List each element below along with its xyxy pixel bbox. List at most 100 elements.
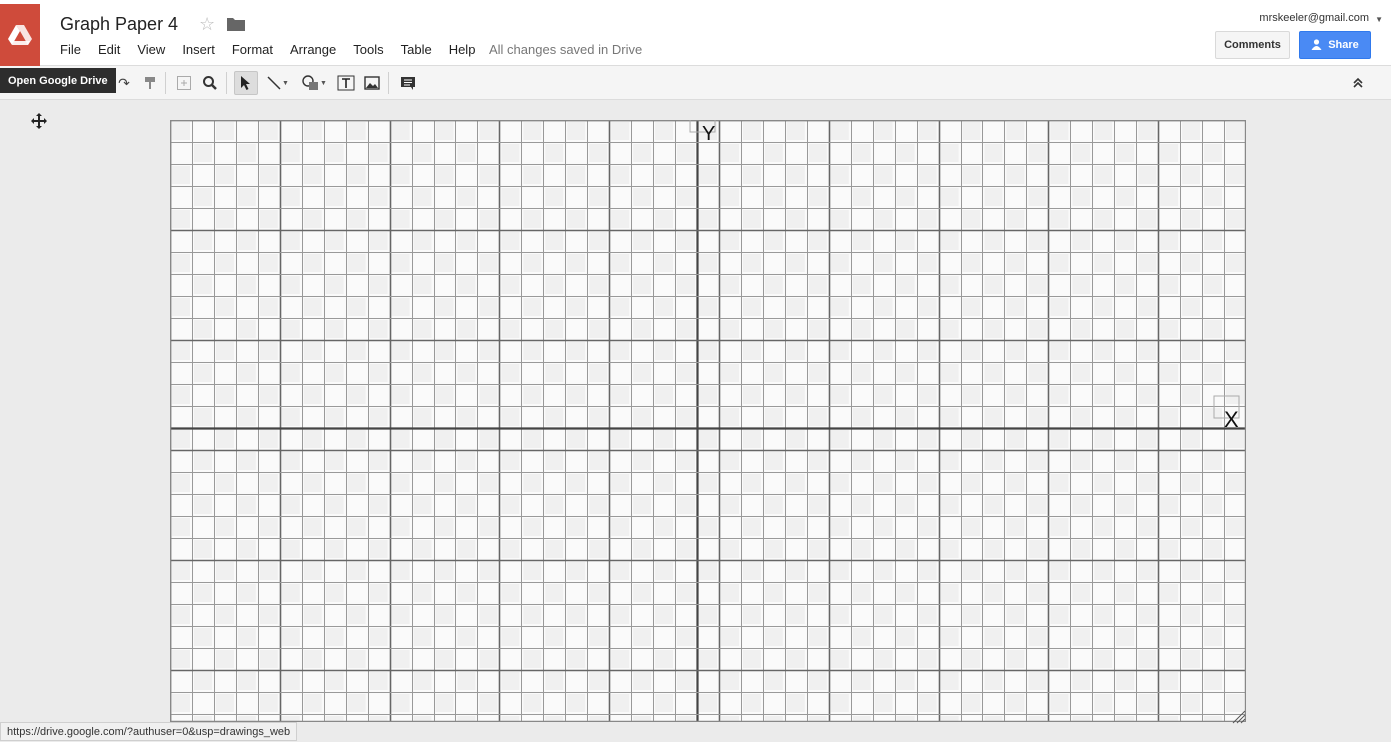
grid-cell bbox=[501, 408, 520, 426]
grid-cell bbox=[1116, 628, 1135, 646]
grid-cell bbox=[830, 122, 849, 140]
grid-cell bbox=[1094, 298, 1113, 316]
grid-cell bbox=[742, 474, 761, 492]
grid-cell bbox=[413, 276, 432, 294]
grid-cell bbox=[852, 232, 871, 250]
grid-cell bbox=[193, 540, 212, 558]
grid-cell bbox=[303, 122, 322, 140]
grid-cell bbox=[611, 298, 630, 316]
grid-cell bbox=[589, 496, 608, 514]
grid-cell bbox=[259, 650, 278, 668]
grid-cell bbox=[237, 452, 256, 470]
grid-cell bbox=[1204, 452, 1223, 470]
grid-cell bbox=[1028, 188, 1047, 206]
grid-cell bbox=[523, 606, 542, 624]
menu-help[interactable]: Help bbox=[449, 42, 476, 57]
grid-cell bbox=[1050, 254, 1069, 272]
menu-format[interactable]: Format bbox=[232, 42, 273, 57]
menu-table[interactable]: Table bbox=[401, 42, 432, 57]
move-cursor-icon bbox=[31, 113, 47, 129]
grid-cell bbox=[523, 430, 542, 448]
grid-cell bbox=[830, 562, 849, 580]
menu-view[interactable]: View bbox=[137, 42, 165, 57]
grid-cell bbox=[1006, 342, 1025, 360]
grid-cell bbox=[325, 232, 344, 250]
drawing-canvas[interactable]: YX bbox=[170, 120, 1246, 722]
grid-cell bbox=[567, 386, 586, 404]
menu-file[interactable]: File bbox=[60, 42, 81, 57]
grid-cell bbox=[281, 452, 300, 470]
chevron-down-icon[interactable]: ▼ bbox=[1375, 15, 1383, 24]
grid-cell bbox=[611, 562, 630, 580]
resize-handle-icon[interactable] bbox=[1230, 708, 1246, 724]
grid-cell bbox=[742, 298, 761, 316]
grid-cell bbox=[259, 386, 278, 404]
grid-cell bbox=[237, 408, 256, 426]
google-drive-logo[interactable] bbox=[0, 4, 40, 66]
grid-cell bbox=[1050, 650, 1069, 668]
grid-cell bbox=[896, 188, 915, 206]
grid-cell bbox=[874, 386, 893, 404]
grid-cell bbox=[1072, 232, 1091, 250]
grid-cell bbox=[1182, 298, 1201, 316]
x-axis-label[interactable]: X bbox=[1224, 407, 1239, 432]
grid-cell bbox=[852, 188, 871, 206]
grid-cell bbox=[633, 584, 652, 602]
account-email[interactable]: mrskeeler@gmail.com bbox=[1259, 12, 1369, 24]
grid-cell bbox=[1116, 672, 1135, 690]
grid-cell bbox=[391, 386, 410, 404]
textbox-icon[interactable] bbox=[334, 71, 358, 95]
grid-cell bbox=[720, 408, 739, 426]
share-button[interactable]: Share bbox=[1299, 31, 1371, 59]
document-title[interactable]: Graph Paper 4 bbox=[60, 14, 178, 35]
zoom-fit-icon[interactable] bbox=[172, 71, 196, 95]
grid-cell bbox=[896, 232, 915, 250]
grid-cell bbox=[1182, 606, 1201, 624]
grid-cell bbox=[962, 122, 981, 140]
grid-cell bbox=[1226, 166, 1244, 184]
grid-cell bbox=[1072, 584, 1091, 602]
graph-paper-grid: YX bbox=[170, 120, 1246, 722]
star-icon[interactable]: ☆ bbox=[199, 14, 215, 35]
paint-format-icon[interactable] bbox=[138, 71, 162, 95]
folder-icon[interactable] bbox=[227, 17, 245, 31]
grid-cell bbox=[1182, 342, 1201, 360]
grid-cell bbox=[699, 342, 717, 360]
grid-cell bbox=[281, 496, 300, 514]
menu-arrange[interactable]: Arrange bbox=[290, 42, 336, 57]
grid-cell bbox=[830, 298, 849, 316]
grid-cell bbox=[699, 430, 717, 448]
grid-cell bbox=[611, 518, 630, 536]
y-axis-label[interactable]: Y bbox=[702, 123, 715, 145]
grid-cell bbox=[1028, 232, 1047, 250]
menu-insert[interactable]: Insert bbox=[182, 42, 215, 57]
zoom-icon[interactable] bbox=[198, 71, 222, 95]
grid-cell bbox=[1160, 584, 1179, 602]
grid-cell bbox=[786, 694, 805, 712]
grid-cell bbox=[391, 210, 410, 228]
grid-cell bbox=[611, 122, 630, 140]
grid-cell bbox=[545, 672, 564, 690]
grid-cell bbox=[523, 342, 542, 360]
line-icon[interactable]: ▼ bbox=[262, 71, 294, 95]
grid-cell bbox=[457, 320, 476, 338]
grid-cell bbox=[589, 452, 608, 470]
grid-cell bbox=[347, 386, 366, 404]
grid-cell bbox=[413, 408, 432, 426]
select-icon[interactable] bbox=[234, 71, 258, 95]
grid-cell bbox=[720, 540, 739, 558]
comments-button[interactable]: Comments bbox=[1215, 31, 1290, 59]
shape-icon[interactable]: ▼ bbox=[298, 71, 330, 95]
image-icon[interactable] bbox=[360, 71, 384, 95]
collapse-icon[interactable] bbox=[1346, 71, 1370, 95]
grid-cell bbox=[391, 650, 410, 668]
grid-cell bbox=[874, 342, 893, 360]
grid-cell bbox=[215, 254, 234, 272]
grid-cell bbox=[677, 232, 696, 250]
comment-icon[interactable] bbox=[396, 71, 420, 95]
grid-cell bbox=[172, 166, 190, 184]
menu-tools[interactable]: Tools bbox=[353, 42, 383, 57]
grid-cell bbox=[281, 540, 300, 558]
grid-cell bbox=[1160, 496, 1179, 514]
menu-edit[interactable]: Edit bbox=[98, 42, 120, 57]
